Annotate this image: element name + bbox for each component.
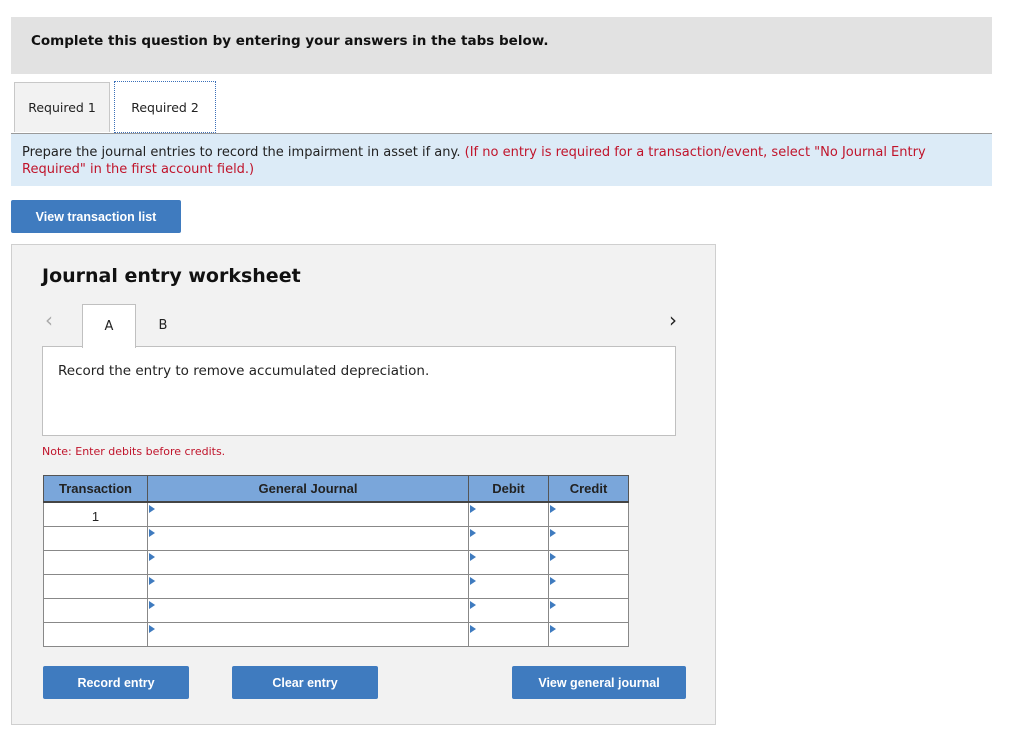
banner-text: Complete this question by entering your … <box>31 33 549 49</box>
header-credit: Credit <box>548 475 629 503</box>
account-input[interactable] <box>147 622 469 647</box>
required-tabs: Required 1 Required 2 <box>11 81 992 134</box>
transaction-cell <box>43 526 148 551</box>
dropdown-marker-icon <box>550 553 556 561</box>
dropdown-marker-icon <box>470 601 476 609</box>
dropdown-marker-icon <box>470 625 476 633</box>
account-input[interactable] <box>147 501 469 527</box>
chevron-left-icon[interactable]: ‹ <box>45 308 53 332</box>
transaction-cell <box>43 574 148 599</box>
account-input[interactable] <box>147 550 469 575</box>
header-transaction: Transaction <box>43 475 148 503</box>
table-row <box>43 574 629 599</box>
debit-input[interactable] <box>468 526 549 551</box>
table-row <box>43 550 629 575</box>
instructions-box: Prepare the journal entries to record th… <box>11 134 992 186</box>
record-entry-button[interactable]: Record entry <box>43 666 189 699</box>
account-input[interactable] <box>147 574 469 599</box>
debit-input[interactable] <box>468 574 549 599</box>
credit-input[interactable] <box>548 526 629 551</box>
debit-input[interactable] <box>468 550 549 575</box>
dropdown-marker-icon <box>550 625 556 633</box>
debit-input[interactable] <box>468 598 549 623</box>
view-transaction-list-button[interactable]: View transaction list <box>11 200 181 233</box>
journal-table: Transaction General Journal Debit Credit… <box>43 475 629 647</box>
instruction-banner: Complete this question by entering your … <box>11 17 992 74</box>
transaction-cell <box>43 598 148 623</box>
instructions-text: Prepare the journal entries to record th… <box>22 145 461 160</box>
journal-header-row: Transaction General Journal Debit Credit <box>43 475 629 503</box>
view-general-journal-button[interactable]: View general journal <box>512 666 686 699</box>
worksheet-title: Journal entry worksheet <box>42 265 301 287</box>
dropdown-marker-icon <box>149 505 155 513</box>
dropdown-marker-icon <box>149 625 155 633</box>
debit-credit-note: Note: Enter debits before credits. <box>42 445 226 458</box>
dropdown-marker-icon <box>149 553 155 561</box>
transaction-number: 1 <box>91 508 100 524</box>
worksheet-tab-a[interactable]: A <box>82 304 136 348</box>
header-debit: Debit <box>468 475 549 503</box>
chevron-right-icon[interactable]: › <box>669 308 677 332</box>
transaction-cell: 1 <box>43 501 148 527</box>
dropdown-marker-icon <box>550 529 556 537</box>
credit-input[interactable] <box>548 550 629 575</box>
clear-entry-button[interactable]: Clear entry <box>232 666 378 699</box>
table-row <box>43 622 629 647</box>
dropdown-marker-icon <box>149 529 155 537</box>
entry-description: Record the entry to remove accumulated d… <box>58 363 430 379</box>
transaction-cell <box>43 622 148 647</box>
dropdown-marker-icon <box>470 553 476 561</box>
entry-description-box: Record the entry to remove accumulated d… <box>42 346 676 436</box>
dropdown-marker-icon <box>550 505 556 513</box>
transaction-cell <box>43 550 148 575</box>
dropdown-marker-icon <box>550 577 556 585</box>
credit-input[interactable] <box>548 574 629 599</box>
dropdown-marker-icon <box>470 577 476 585</box>
dropdown-marker-icon <box>550 601 556 609</box>
debit-input[interactable] <box>468 622 549 647</box>
tab-required-1[interactable]: Required 1 <box>14 82 110 132</box>
table-row <box>43 598 629 623</box>
account-input[interactable] <box>147 526 469 551</box>
table-row: 1 <box>43 501 629 527</box>
account-input[interactable] <box>147 598 469 623</box>
tab-required-2[interactable]: Required 2 <box>114 81 216 133</box>
dropdown-marker-icon <box>470 505 476 513</box>
dropdown-marker-icon <box>149 601 155 609</box>
worksheet-tab-b[interactable]: B <box>136 304 190 347</box>
table-row <box>43 526 629 551</box>
debit-input[interactable] <box>468 501 549 527</box>
credit-input[interactable] <box>548 622 629 647</box>
credit-input[interactable] <box>548 598 629 623</box>
header-general-journal: General Journal <box>147 475 469 503</box>
dropdown-marker-icon <box>149 577 155 585</box>
journal-entry-worksheet: Journal entry worksheet ‹ A B › Record t… <box>11 244 716 725</box>
dropdown-marker-icon <box>470 529 476 537</box>
credit-input[interactable] <box>548 501 629 527</box>
